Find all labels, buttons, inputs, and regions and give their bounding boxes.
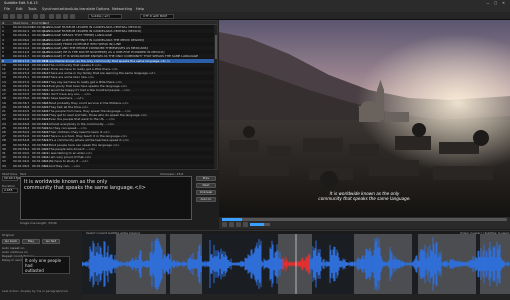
save-as-icon[interactable] — [24, 13, 29, 19]
translation-line-2: outlasted — [25, 268, 44, 273]
video-frame — [219, 20, 510, 217]
close-button[interactable]: ✕ — [502, 1, 505, 5]
app-title: Subtitle Edit 3.6.13 — [4, 0, 38, 5]
settings-icon[interactable] — [63, 13, 68, 19]
replace-icon[interactable] — [40, 13, 45, 19]
menu-networking[interactable]: Networking — [112, 7, 132, 11]
waveform-canvas — [82, 234, 510, 294]
video-player[interactable]: It is worldwide known as the only commun… — [219, 20, 510, 217]
cell-s: 00:01:06,5 — [13, 163, 30, 168]
text-line-2: community that speaks the same language.… — [24, 185, 146, 191]
format-select[interactable]: SubRip (.srt) — [88, 13, 122, 19]
video-controls — [219, 217, 510, 229]
video-subtitle-line-2: community that speaks the same language. — [318, 196, 411, 201]
menu-edit[interactable]: Edit — [16, 7, 23, 11]
help-icon[interactable] — [70, 13, 75, 19]
toolbar: SubRip (.srt) UTF-8 with BOM — [0, 12, 510, 20]
minimize-button[interactable]: — — [486, 1, 490, 5]
menu-options[interactable]: Options — [96, 7, 110, 11]
menu-tools[interactable]: Tools — [28, 7, 37, 11]
find-icon[interactable] — [33, 13, 38, 19]
save-icon[interactable] — [17, 13, 22, 19]
subtitle-text-editor[interactable]: It is worldwide known as the only commun… — [20, 176, 192, 220]
go-back-button[interactable]: Go back — [2, 239, 20, 244]
open-file-icon[interactable] — [10, 13, 15, 19]
video-seek-position — [222, 218, 242, 221]
volume-slider[interactable] — [250, 223, 270, 226]
stop-icon[interactable] — [229, 222, 234, 227]
waveform-toolbar — [82, 294, 510, 300]
mute-icon[interactable] — [243, 222, 248, 227]
cell-t: <i>And they can, ...</i> — [43, 163, 81, 168]
cell-n: 34 — [2, 163, 6, 168]
menu-auto-translate[interactable]: Auto-translate — [70, 7, 95, 11]
duration-input[interactable]: 2,655 — [2, 188, 18, 193]
menu-file[interactable]: File — [4, 7, 10, 11]
encoding-select[interactable]: UTF-8 with BOM — [140, 13, 174, 19]
play-icon[interactable] — [222, 222, 227, 227]
table-row[interactable]: 34 00:01:06,5 00:01:08,6 <i>And they can, .… — [1, 163, 217, 168]
maximize-button[interactable]: ▢ — [494, 1, 497, 5]
status-bar-text: Last action: display by ms in paragraph/… — [2, 289, 68, 293]
video-seek-bar[interactable] — [222, 218, 507, 221]
fullscreen-icon[interactable] — [236, 222, 241, 227]
unbreak-button[interactable]: Unbreak — [196, 190, 216, 195]
audio-waveform[interactable] — [82, 234, 510, 294]
prev-button[interactable]: Prev — [196, 176, 216, 181]
auto-break-button[interactable]: Auto br — [196, 197, 216, 202]
translation-preview[interactable]: It only one people had outlasted — [22, 256, 70, 274]
grid-scrollbar[interactable] — [214, 25, 217, 169]
single-line-length: Single line length: 33/40 — [20, 221, 57, 225]
menu-help[interactable]: Help — [136, 7, 144, 11]
translation-line-1: It only one people had — [25, 258, 62, 268]
go-forward-button[interactable]: Go fwd — [42, 239, 60, 244]
visual-sync-icon[interactable] — [49, 13, 54, 19]
new-file-icon[interactable] — [3, 13, 8, 19]
spell-check-icon[interactable] — [56, 13, 61, 19]
volume-level — [250, 223, 264, 226]
start-time-input[interactable]: 00:00:17,0 — [2, 176, 20, 181]
play-button[interactable]: Play — [22, 239, 40, 244]
next-button[interactable]: Next — [196, 183, 216, 188]
video-subtitle-overlay: It is worldwide known as the only commun… — [219, 191, 510, 201]
menu-synchronization[interactable]: Synchronization — [42, 7, 70, 11]
cell-e: 00:01:08,6 — [32, 163, 49, 168]
grid-scroll-thumb[interactable] — [214, 35, 217, 59]
subtitle-grid[interactable]: # Start time End time Text 1 00:00:00,000… — [0, 20, 218, 170]
panel-label-original: Original — [2, 233, 14, 237]
